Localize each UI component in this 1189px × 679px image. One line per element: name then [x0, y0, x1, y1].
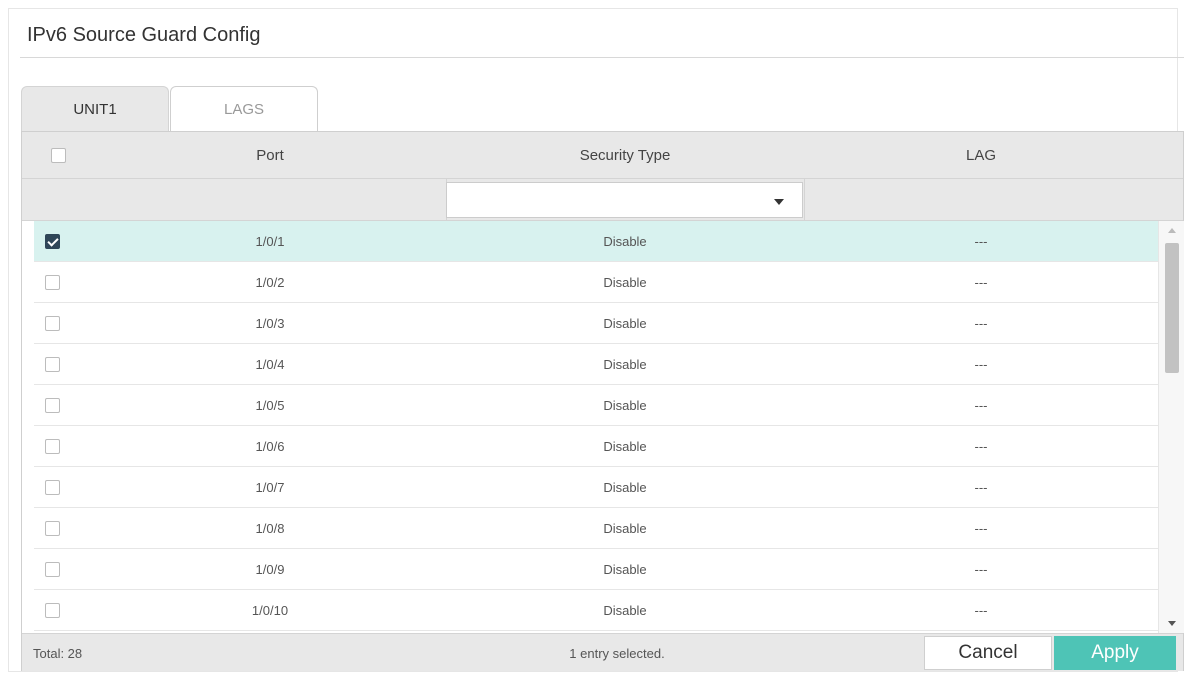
chevron-down-icon — [774, 199, 784, 205]
table-row[interactable]: 1/0/7 Disable --- — [34, 467, 1158, 508]
cell-lag: --- — [974, 397, 988, 413]
cell-security-type: Disable — [603, 520, 647, 536]
cell-security-type: Disable — [603, 397, 647, 413]
cell-security-type: Disable — [603, 438, 647, 454]
cell-port: 1/0/10 — [251, 602, 289, 618]
security-type-select[interactable] — [446, 182, 803, 218]
cell-lag: --- — [974, 479, 988, 495]
cell-lag: --- — [974, 274, 988, 290]
row-checkbox[interactable] — [44, 438, 60, 454]
cell-port: 1/0/9 — [255, 561, 285, 577]
cell-port: 1/0/5 — [255, 397, 285, 413]
row-checkbox[interactable] — [44, 561, 60, 577]
cell-port: 1/0/8 — [255, 520, 285, 536]
cell-security-type: Disable — [603, 233, 647, 249]
table-scrollbar[interactable] — [1158, 221, 1184, 633]
row-checkbox[interactable] — [44, 397, 60, 413]
cancel-button[interactable]: Cancel — [924, 636, 1052, 670]
table-row[interactable]: 1/0/1 Disable --- — [34, 221, 1158, 262]
table-row[interactable]: 1/0/8 Disable --- — [34, 508, 1158, 549]
tab-unit1[interactable]: UNIT1 — [21, 86, 169, 131]
row-checkbox[interactable] — [44, 479, 60, 495]
page-title: IPv6 Source Guard Config — [27, 24, 261, 46]
row-checkbox[interactable] — [44, 274, 60, 290]
cell-security-type: Disable — [603, 274, 647, 290]
table-row[interactable]: 1/0/2 Disable --- — [34, 262, 1158, 303]
table-footer: Total: 28 1 entry selected. Cancel Apply — [22, 633, 1183, 671]
table-body: 1/0/1 Disable --- 1/0/2 Disable --- 1/0/… — [22, 221, 1158, 633]
column-header-security-type[interactable]: Security Type — [446, 132, 804, 179]
row-checkbox[interactable] — [44, 356, 60, 372]
column-divider — [804, 179, 805, 221]
cell-port: 1/0/2 — [255, 274, 285, 290]
table-row[interactable]: 1/0/3 Disable --- — [34, 303, 1158, 344]
cell-port: 1/0/3 — [255, 315, 285, 331]
cell-lag: --- — [974, 561, 988, 577]
cell-port: 1/0/1 — [255, 233, 285, 249]
cell-security-type: Disable — [603, 561, 647, 577]
port-config-table: Port Security Type LAG 1/0/1 Disable ---… — [21, 131, 1184, 671]
select-all-checkbox[interactable] — [50, 148, 66, 163]
table-row[interactable]: 1/0/9 Disable --- — [34, 549, 1158, 590]
cell-security-type: Disable — [603, 479, 647, 495]
row-checkbox[interactable] — [44, 233, 60, 249]
table-row[interactable]: 1/0/4 Disable --- — [34, 344, 1158, 385]
apply-button[interactable]: Apply — [1054, 636, 1176, 670]
cell-lag: --- — [974, 438, 988, 454]
tab-unit1-label: UNIT1 — [73, 100, 117, 118]
table-row[interactable]: 1/0/6 Disable --- — [34, 426, 1158, 467]
row-checkbox[interactable] — [44, 520, 60, 536]
cell-lag: --- — [974, 520, 988, 536]
total-count: Total: 28 — [33, 645, 83, 661]
column-header-lag[interactable]: LAG — [804, 132, 1158, 179]
cell-port: 1/0/4 — [255, 356, 285, 372]
table-row[interactable]: 1/0/5 Disable --- — [34, 385, 1158, 426]
cell-lag: --- — [974, 356, 988, 372]
cell-security-type: Disable — [603, 602, 647, 618]
tab-lags-label: LAGS — [223, 100, 265, 118]
row-checkbox[interactable] — [44, 315, 60, 331]
table-row[interactable]: 1/0/10 Disable --- — [34, 590, 1158, 631]
title-divider — [20, 57, 1184, 58]
selection-status: 1 entry selected. — [569, 645, 665, 661]
row-checkbox[interactable] — [44, 602, 60, 618]
cell-port: 1/0/7 — [255, 479, 285, 495]
cell-lag: --- — [974, 602, 988, 618]
scroll-down-icon[interactable] — [1168, 621, 1176, 626]
cell-security-type: Disable — [603, 315, 647, 331]
select-all-cell — [22, 132, 94, 179]
tab-lags[interactable]: LAGS — [170, 86, 318, 131]
column-header-port[interactable]: Port — [94, 132, 446, 179]
scroll-up-icon[interactable] — [1168, 228, 1176, 233]
cell-lag: --- — [974, 233, 988, 249]
scrollbar-thumb[interactable] — [1165, 243, 1179, 373]
table-header: Port Security Type LAG — [22, 132, 1183, 179]
cell-security-type: Disable — [603, 356, 647, 372]
cell-port: 1/0/6 — [255, 438, 285, 454]
cell-lag: --- — [974, 315, 988, 331]
